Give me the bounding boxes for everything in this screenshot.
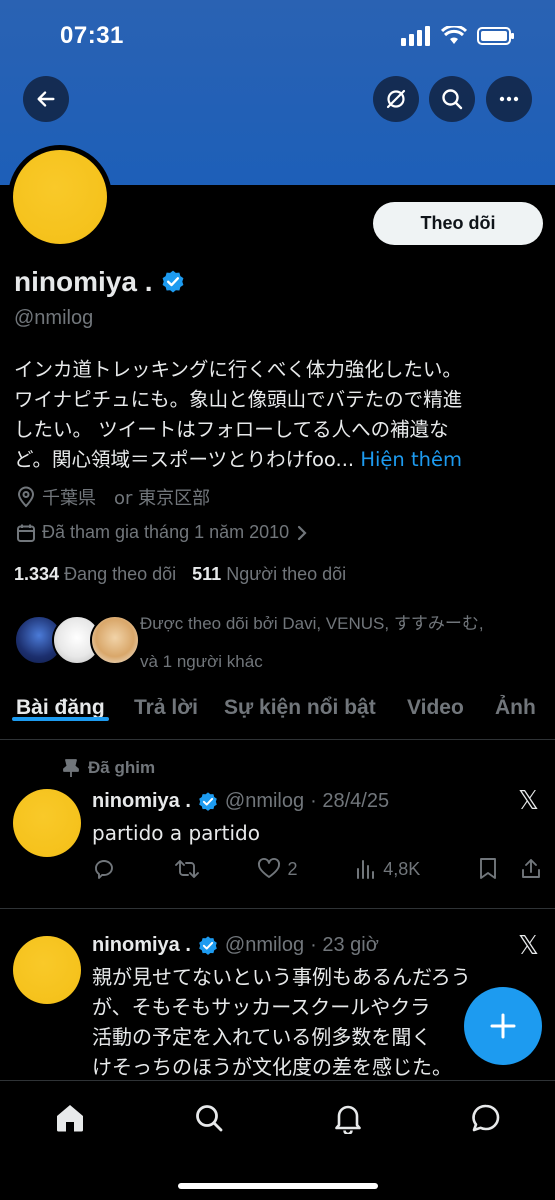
location-pin-icon (17, 486, 35, 508)
post-timestamp[interactable]: · 28/4/25 (310, 790, 389, 813)
profile-bio: インカ道トレッキングに行くべく体力強化したい。 ワイナピチュにも。象山と像頭山で… (14, 355, 544, 475)
post-author-handle: @nmilog (224, 790, 305, 812)
display-name-text: ninomiya . (14, 266, 153, 297)
post-text-line: けそっちのほうが文化度の差を感じた。 (92, 1055, 452, 1079)
joined-text: Đã tham gia tháng 1 năm 2010 (42, 522, 290, 542)
profile-handle: @nmilog (14, 307, 94, 329)
followed-by-line: và 1 người khác (140, 652, 263, 671)
view-count: 4,8K (383, 858, 421, 879)
post-author-name[interactable]: ninomiya . (92, 934, 191, 957)
post-secondary-actions (478, 857, 542, 881)
pin-icon (63, 759, 79, 777)
x-logo-icon: 𝕏 (518, 785, 539, 815)
bell-icon (335, 1105, 361, 1134)
joined-row[interactable]: Đã tham gia tháng 1 năm 2010 (16, 522, 309, 543)
post-item[interactable]: ninomiya . @nmilog · 23 giờ 𝕏 親が見せてないという… (0, 910, 555, 1080)
views-button[interactable]: 4,8K (355, 858, 420, 880)
like-count: 2 (287, 858, 298, 879)
post-header: ninomiya . @nmilog · 23 giờ (92, 934, 379, 957)
status-bar: 07:31 (0, 0, 555, 72)
post-avatar[interactable] (13, 936, 81, 1004)
follow-stats: 1.334 Đang theo dõi 511 Người theo dõi (14, 564, 346, 585)
battery-icon (477, 27, 514, 45)
post-header: ninomiya . @nmilog · 28/4/25 (92, 790, 389, 813)
home-icon (57, 1105, 83, 1132)
search-icon (196, 1105, 223, 1132)
tab-photos[interactable]: Ảnh (495, 688, 536, 720)
chevron-right-icon (298, 525, 307, 540)
status-icons (401, 26, 515, 46)
tab-videos[interactable]: Video (407, 688, 464, 720)
following-link[interactable]: 1.334 Đang theo dõi (14, 564, 176, 585)
status-time: 07:31 (60, 22, 124, 49)
search-button[interactable] (429, 76, 475, 122)
back-button[interactable] (23, 76, 69, 122)
verified-badge-icon (199, 935, 217, 955)
plus-icon (490, 1013, 516, 1039)
followers-link[interactable]: 511 Người theo dõi (192, 564, 346, 585)
bookmark-icon[interactable] (478, 857, 498, 881)
tab-replies[interactable]: Trả lời (134, 688, 198, 720)
tab-highlights[interactable]: Sự kiện nổi bật (224, 688, 376, 720)
followers-count: 511 (192, 564, 222, 584)
bio-line: したい。 ツイートはフォローしてる人への補遺な (14, 418, 449, 441)
post-avatar[interactable] (13, 789, 81, 857)
bio-line: ど。関心領域＝スポーツとりわけfoo... (14, 448, 355, 471)
x-logo-icon: 𝕏 (518, 930, 539, 960)
nav-notifications[interactable] (331, 1101, 365, 1135)
home-indicator (178, 1183, 378, 1189)
nav-home[interactable] (53, 1101, 87, 1135)
location-text: 千葉県 or 東京区部 (42, 488, 211, 509)
reply-icon (95, 860, 113, 879)
post-text-line: 親が見せてないという事例もあるんだろう (92, 965, 471, 989)
arrow-left-icon (37, 91, 55, 107)
post-timestamp[interactable]: · 23 giờ (310, 934, 379, 957)
nav-messages[interactable] (469, 1101, 503, 1135)
following-count: 1.334 (14, 564, 60, 584)
post-actions: 2 4,8K (92, 857, 542, 881)
follower-avatar (90, 615, 140, 665)
views-chart-icon (357, 860, 375, 879)
repost-icon (174, 860, 199, 878)
post-text: partido a partido (92, 821, 260, 845)
pinned-indicator: Đã ghim (62, 758, 155, 778)
following-label: Đang theo dõi (64, 564, 177, 584)
like-button[interactable]: 2 (257, 857, 297, 881)
post-author-handle: @nmilog (224, 934, 305, 956)
grok-button[interactable] (373, 76, 419, 122)
reply-button[interactable] (92, 857, 116, 881)
repost-button[interactable] (174, 857, 200, 881)
bio-line: インカ道トレッキングに行くべく体力強化したい。 (14, 358, 462, 381)
profile-tabs: Bài đăng Trả lời Sự kiện nổi bật Video Ả… (0, 688, 555, 740)
profile-avatar[interactable] (8, 145, 112, 249)
nav-search[interactable] (192, 1101, 226, 1135)
bio-line: ワイナピチュにも。象山と像頭山でバテたので精進 (14, 388, 463, 411)
more-horizontal-icon (499, 96, 519, 102)
calendar-icon (17, 524, 35, 542)
followers-label: Người theo dõi (226, 564, 347, 584)
search-icon (442, 89, 463, 110)
post-item[interactable]: Đã ghim ninomiya . @nmilog · 28/4/25 𝕏 p… (0, 741, 555, 909)
post-author-name[interactable]: ninomiya . (92, 790, 191, 813)
profile-display-name: ninomiya . (14, 266, 186, 298)
more-options-button[interactable] (486, 76, 532, 122)
chat-bubble-icon (472, 1104, 500, 1132)
compose-button[interactable] (464, 987, 542, 1065)
verified-badge-icon (199, 791, 217, 811)
bottom-navigation (0, 1080, 555, 1200)
followed-by-line: Được theo dõi bởi Davi, VENUS, すすみーむ, (140, 614, 484, 633)
show-more-link[interactable]: Hiện thêm (360, 448, 462, 471)
wifi-icon (441, 26, 467, 44)
cellular-signal-icon (401, 26, 430, 46)
heart-icon (258, 857, 281, 878)
grok-icon (386, 89, 406, 109)
pinned-label: Đã ghim (88, 758, 156, 777)
follow-button[interactable]: Theo dõi (373, 202, 543, 245)
followed-by-text: Được theo dõi bởi Davi, VENUS, すすみーむ, và… (140, 605, 550, 681)
share-icon[interactable] (520, 857, 542, 881)
followed-by-row[interactable]: Được theo dõi bởi Davi, VENUS, すすみーむ, và… (14, 605, 544, 675)
tab-posts[interactable]: Bài đăng (12, 688, 109, 721)
verified-badge-icon[interactable] (160, 269, 186, 295)
location-row: 千葉県 or 東京区部 (16, 484, 210, 510)
